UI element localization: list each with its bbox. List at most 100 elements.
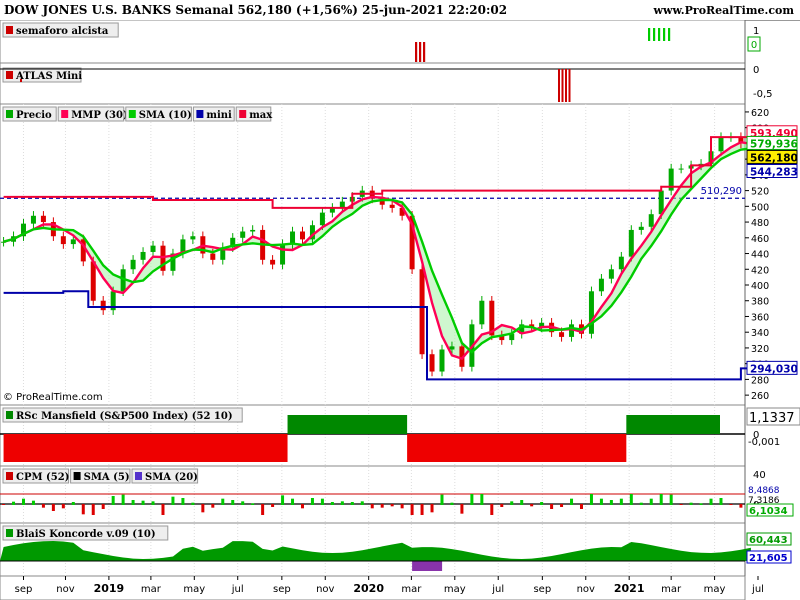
legend-swatch [6,472,13,480]
legend-label: Precio [16,110,52,121]
candle-body [648,214,654,227]
candle-body [100,300,106,311]
candle-body [40,215,46,223]
candle-body [588,291,594,334]
cpm-bar [271,504,275,507]
candle-body [140,251,146,260]
y-tick-label: 400 [751,281,769,292]
axis-label: 40 [753,470,766,481]
cpm-bar [649,498,653,505]
cpm-bar [550,504,554,509]
cpm-bar [61,504,65,509]
cpm-bar [480,494,484,505]
candle-body [429,354,435,372]
cpm-bar [161,504,165,515]
legend-label: SMA (5) [84,472,130,483]
cpm-bar [430,504,434,513]
cpm-bar [390,504,394,507]
x-tick-label: jul [751,584,764,595]
cpm-bar [729,504,733,505]
legend-swatch [6,411,13,419]
y-tick-label: 380 [751,297,769,308]
brand-link[interactable]: www.ProRealTime.com [654,4,795,17]
candle-body [419,269,425,355]
atlas-bar [20,79,22,82]
cpm-bar [91,504,95,515]
atlas-bar [561,69,564,102]
legend-swatch [6,71,13,79]
cpm-bar [500,504,504,507]
axis-label: 1 [753,26,759,37]
cpm-bar [31,500,35,505]
x-tick-label: jul [231,584,244,595]
candle-body [130,259,136,270]
x-tick-label: mar [141,584,162,595]
cpm-bar [291,498,295,505]
cpm-bar [410,504,414,515]
legend-swatch [6,110,13,118]
cpm-bar [231,500,235,505]
atlas-bar [568,69,571,102]
legend-label: CPM (52) [16,472,69,483]
candle-body [299,231,305,240]
legend-swatch [135,472,142,480]
y-tick-label: 320 [751,344,769,355]
cpm-bar [131,500,135,505]
signal-bar [415,42,418,62]
cpm-bar [201,504,205,513]
cpm-bar [320,498,324,505]
y-tick-label: 280 [751,375,769,386]
x-tick-label: sep [273,584,291,595]
cpm-bar [101,504,105,509]
signal-bar [648,28,651,41]
cpm-bar [709,498,713,505]
signal-bar [419,42,422,62]
y-tick-label: 480 [751,218,769,229]
candle-body [240,231,246,238]
cpm-bar [589,494,593,505]
cpm-bar [221,498,225,505]
value-label: 294,030 [750,363,798,375]
candle-body [628,229,634,257]
value-box-text: 0 [751,40,757,51]
cpm-bar [699,503,703,505]
cpm-bar [490,504,494,515]
cpm-bar [300,504,304,509]
koncorde-blue-area [412,561,443,571]
cpm-bar [450,502,454,505]
x-tick-label: jul [491,584,504,595]
cpm-bar [560,504,564,507]
value-label: 8,4868 [748,486,780,496]
axis-label: -0,001 [748,437,780,448]
signal-bar [658,28,661,41]
atlas-bar [558,69,560,102]
candle-body [449,346,455,350]
legend-label: BlaiS Koncorde v.09 (10) [16,529,156,540]
x-tick-label: may [444,584,466,595]
indicator-chart[interactable]: sep nov 2019 mar may jul sep nov 2020 mar may jul se… [0,20,800,600]
legend-label: RSc Mansfield (S&P500 Index) (52 10) [16,411,233,422]
mansfield-area [626,415,720,434]
value-label: 562,180 [750,152,798,164]
cpm-bar [191,502,195,505]
candle-body [638,226,644,230]
x-tick-label: nov [316,584,334,595]
legend-label: semaforo alcista [16,26,109,37]
legend-swatch [6,529,13,537]
cpm-bar [629,494,633,505]
cpm-bar [181,498,185,505]
cpm-bar [719,498,723,505]
cpm-bar [540,502,544,505]
cpm-bar [470,494,474,505]
candle-body [559,332,565,337]
y-tick-label: 360 [751,312,769,323]
x-tick-label: nov [577,584,595,595]
cpm-bar [151,501,155,505]
legend-label: MMP (30) [71,110,128,121]
x-tick-label: 2021 [614,582,645,595]
y-tick-label: 420 [751,265,769,276]
value-label: 544,283 [750,166,798,178]
cpm-bar [41,504,45,508]
candle-body [608,269,614,279]
cpm-bar [71,502,75,505]
